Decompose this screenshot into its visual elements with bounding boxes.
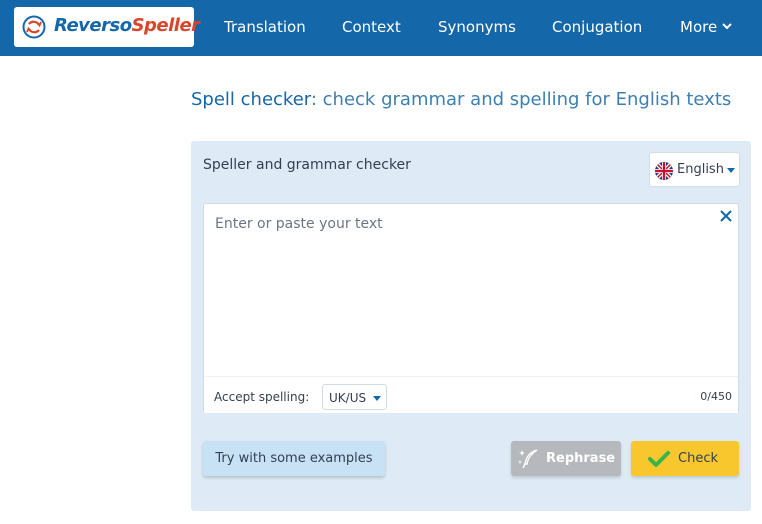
nav-more-label: More	[680, 18, 718, 36]
panel-title: Speller and grammar checker	[203, 157, 411, 173]
nav-context[interactable]: Context	[342, 18, 401, 36]
accept-spelling-label: Accept spelling:	[214, 390, 310, 404]
page-title-strong: Spell checker	[191, 89, 311, 110]
check-button[interactable]: Check	[631, 441, 739, 476]
rephrase-button[interactable]: Rephrase	[511, 441, 621, 476]
character-count: 0/450	[700, 390, 732, 403]
check-label: Check	[678, 451, 718, 466]
text-input[interactable]	[204, 204, 738, 374]
uk-flag-icon	[655, 162, 673, 180]
reverso-speller-logo[interactable]: ReversoSpeller	[14, 7, 200, 47]
chevron-down-icon	[722, 22, 732, 29]
quill-sparkle-icon	[518, 449, 538, 469]
caret-down-icon	[727, 168, 735, 173]
spell-checker-panel: Speller and grammar checker English Acce…	[191, 141, 751, 511]
logo-text-reverso: Reverso	[54, 15, 132, 36]
reverso-logo-icon	[22, 15, 46, 39]
logo-wordmark: ReversoSpeller	[54, 15, 200, 36]
language-label: English	[677, 162, 724, 177]
caret-down-icon	[373, 396, 381, 401]
text-editor: Accept spelling: UK/US 0/450	[203, 203, 739, 413]
rephrase-label: Rephrase	[546, 451, 616, 466]
top-navigation-bar: ReversoSpeller Translation Context Synon…	[0, 0, 762, 56]
checkmark-icon	[648, 451, 670, 467]
nav-more[interactable]: More	[680, 18, 732, 36]
spelling-variant-select[interactable]: UK/US	[322, 384, 387, 410]
close-icon[interactable]	[718, 208, 734, 224]
nav-synonyms[interactable]: Synonyms	[438, 18, 516, 36]
logo-text-speller: Speller	[131, 15, 200, 36]
try-examples-button[interactable]: Try with some examples	[203, 441, 385, 476]
spelling-variant-value: UK/US	[329, 391, 367, 405]
nav-translation[interactable]: Translation	[224, 18, 306, 36]
page-title: Spell checker: check grammar and spellin…	[191, 89, 731, 110]
page-title-rest: : check grammar and spelling for English…	[310, 89, 732, 110]
editor-footer: Accept spelling: UK/US 0/450	[204, 376, 738, 413]
language-selector[interactable]: English	[649, 152, 740, 187]
nav-conjugation[interactable]: Conjugation	[552, 18, 642, 36]
